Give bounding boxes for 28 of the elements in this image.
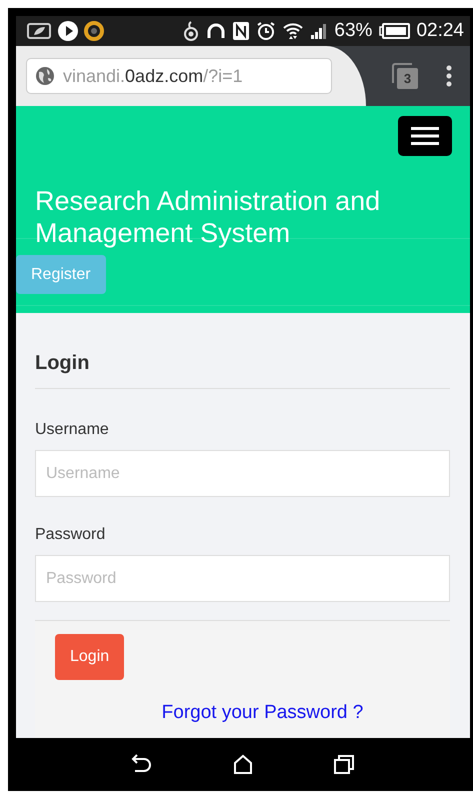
login-heading: Login <box>35 352 90 376</box>
input-field[interactable]: Username <box>35 450 450 497</box>
recents-icon[interactable] <box>333 754 355 774</box>
register-button[interactable]: Register <box>16 255 106 294</box>
ring-icon <box>84 21 104 41</box>
signal-icon <box>310 23 328 39</box>
url-field[interactable]: vinandi.0adz.com/?i=1 <box>26 58 332 94</box>
leaf-battery-icon <box>26 22 52 40</box>
globe-icon <box>35 66 55 86</box>
headphones-icon <box>206 22 226 40</box>
field-label: Password <box>35 526 106 545</box>
nfc-icon <box>232 21 250 41</box>
clock-time: 02:24 <box>416 20 464 42</box>
play-icon <box>58 21 78 41</box>
home-icon[interactable] <box>233 754 253 774</box>
login-button[interactable]: Login <box>55 634 124 680</box>
wifi-icon <box>282 21 304 41</box>
field-label: Username <box>35 421 110 440</box>
menu-button[interactable] <box>398 116 452 156</box>
forgot-password-link[interactable]: Forgot your Password ? <box>162 702 364 724</box>
battery-icon <box>378 22 410 40</box>
back-icon[interactable] <box>131 754 153 774</box>
battery-percentage: 63% <box>334 20 372 42</box>
menu-icon[interactable] <box>446 65 452 87</box>
site-title: Research Administration and Management System <box>35 185 382 249</box>
alarm-icon <box>256 21 276 41</box>
input-field[interactable]: Password <box>35 555 450 602</box>
menu-icon <box>411 127 439 145</box>
